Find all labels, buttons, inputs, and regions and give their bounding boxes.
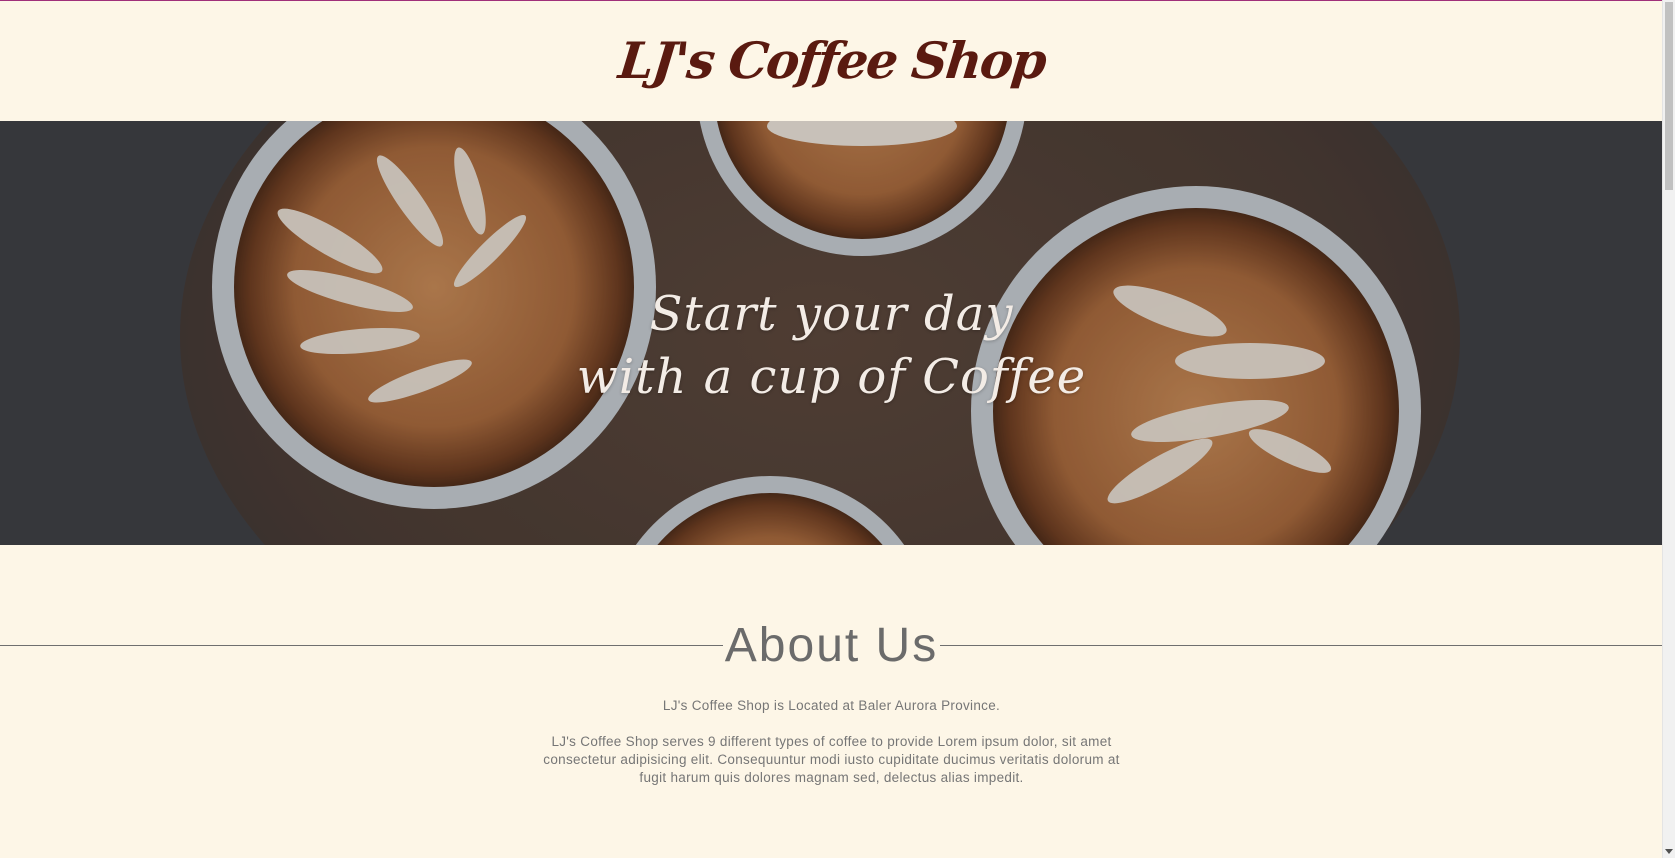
about-title: About Us <box>722 617 941 673</box>
hero-tagline-line1: Start your day <box>649 286 1014 342</box>
hero-tagline: Start your day with a cup of Coffee <box>0 283 1663 409</box>
about-description-text: LJ's Coffee Shop serves 9 different type… <box>543 734 1120 785</box>
scrollbar-thumb[interactable] <box>1665 2 1673 190</box>
hero-banner: Start your day with a cup of Coffee <box>0 121 1663 545</box>
site-logo[interactable]: LJ's Coffee Shop <box>616 31 1048 90</box>
scroll-down-arrow-icon[interactable] <box>1665 849 1673 854</box>
vertical-scrollbar[interactable] <box>1662 0 1675 858</box>
hero-tagline-line2: with a cup of Coffee <box>576 349 1087 405</box>
about-heading-row: About Us <box>0 617 1663 673</box>
page: LJ's Coffee Shop Start your day with a c… <box>0 0 1663 858</box>
site-header: LJ's Coffee Shop <box>0 1 1663 121</box>
about-section: About Us LJ's Coffee Shop is Located at … <box>0 545 1663 787</box>
about-location-text: LJ's Coffee Shop is Located at Baler Aur… <box>662 698 1001 713</box>
